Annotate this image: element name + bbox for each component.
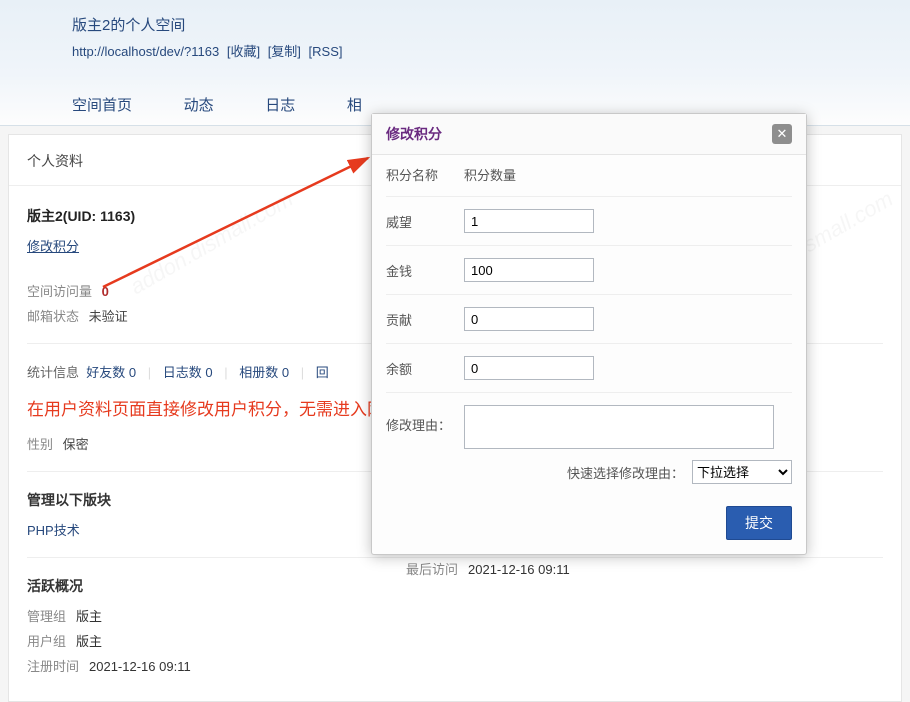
email-value: 未验证	[89, 309, 128, 324]
stat-blogs[interactable]: 日志数 0	[163, 365, 213, 380]
balance-input[interactable]	[464, 356, 594, 380]
activity-title: 活跃概况	[27, 576, 883, 596]
rss-link[interactable]: [RSS]	[309, 44, 343, 59]
submit-button[interactable]: 提交	[726, 506, 792, 540]
user-group: 用户组版主	[27, 631, 883, 650]
stat-friends[interactable]: 好友数 0	[86, 365, 136, 380]
nav-blog[interactable]: 日志	[265, 94, 295, 125]
edit-points-link[interactable]: 修改积分	[27, 236, 79, 255]
last-visit: 最后访问2021-12-16 09:11	[406, 559, 570, 578]
stat-albums[interactable]: 相册数 0	[239, 365, 289, 380]
fav-link[interactable]: [收藏]	[227, 44, 260, 59]
reg-time: 注册时间2021-12-16 09:11	[27, 656, 883, 675]
admin-group: 管理组版主	[27, 606, 883, 625]
stat-replies[interactable]: 回	[316, 365, 329, 380]
money-input[interactable]	[464, 258, 594, 282]
row-reason: 修改理由： 快速选择修改理由： 下拉选择	[386, 393, 792, 492]
visits-value: 0	[102, 284, 109, 299]
space-header: 版主2的个人空间 http://localhost/dev/?1163 [收藏]…	[0, 0, 910, 126]
row-money: 金钱	[386, 246, 792, 295]
space-title: 版主2的个人空间	[8, 10, 902, 35]
quick-select-line: 快速选择修改理由： 下拉选择	[464, 460, 792, 484]
quick-reason-select[interactable]: 下拉选择	[692, 460, 792, 484]
close-icon[interactable]: ✕	[772, 124, 792, 144]
row-contrib: 贡献	[386, 295, 792, 344]
contrib-input[interactable]	[464, 307, 594, 331]
nav-album[interactable]: 相	[347, 94, 362, 125]
modal-thead: 积分名称 积分数量	[386, 155, 792, 197]
prestige-input[interactable]	[464, 209, 594, 233]
modal-title: 修改积分	[386, 124, 442, 144]
row-balance: 余额	[386, 344, 792, 393]
forum-link[interactable]: PHP技术	[27, 523, 80, 538]
row-prestige: 威望	[386, 197, 792, 246]
nav-feed[interactable]: 动态	[184, 94, 214, 125]
copy-link[interactable]: [复制]	[268, 44, 301, 59]
space-url: http://localhost/dev/?1163	[72, 44, 219, 59]
nav-home[interactable]: 空间首页	[72, 94, 132, 125]
space-url-line: http://localhost/dev/?1163 [收藏] [复制] [RS…	[8, 41, 902, 60]
reason-textarea[interactable]	[464, 405, 774, 449]
edit-points-modal: 修改积分 ✕ 积分名称 积分数量 威望 金钱 贡献 余额 修改理由：	[371, 113, 807, 555]
